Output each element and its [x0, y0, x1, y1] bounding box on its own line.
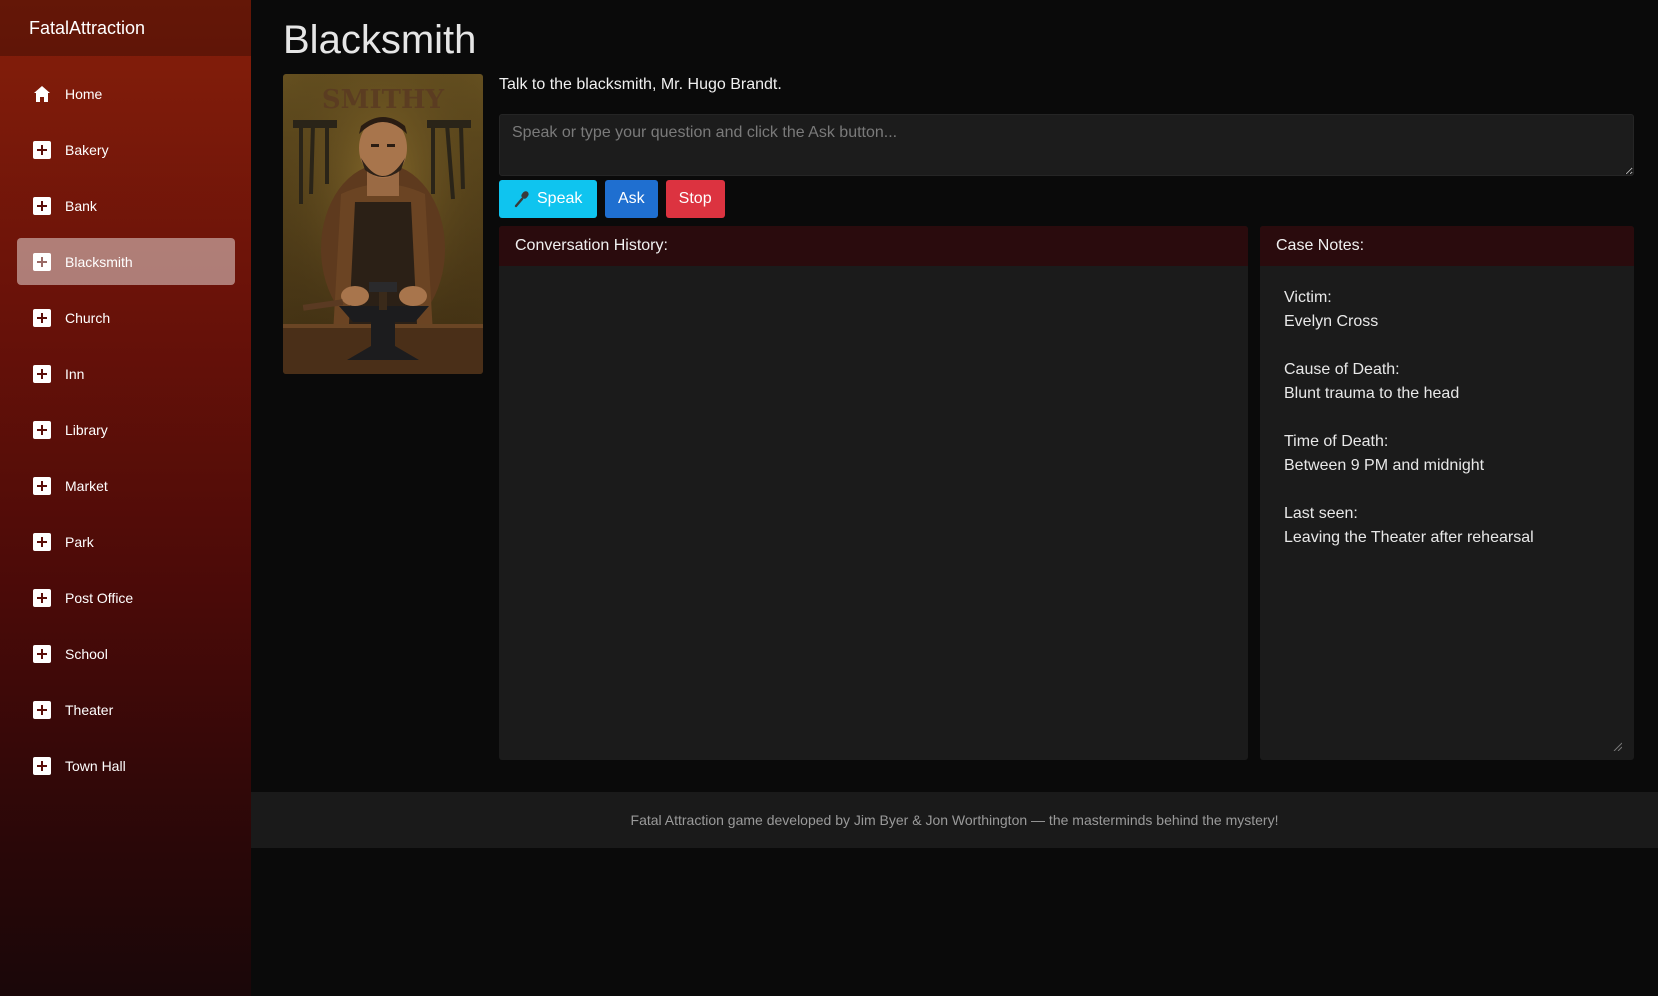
plus-box-icon [33, 196, 51, 215]
intro-text: Talk to the blacksmith, Mr. Hugo Brandt. [499, 76, 782, 93]
note-value: Leaving the Theater after rehearsal [1284, 529, 1534, 546]
sidebar-item-label: Park [65, 533, 94, 550]
sidebar-item-label: Theater [65, 701, 114, 718]
conversation-history-panel[interactable]: Conversation History: [499, 226, 1248, 760]
sidebar-item-label: Post Office [65, 589, 134, 606]
sidebar-item-park[interactable]: Park [17, 518, 235, 565]
plus-box-icon [33, 140, 51, 159]
sidebar-item-inn[interactable]: Inn [17, 350, 235, 397]
sidebar-item-town-hall[interactable]: Town Hall [17, 742, 235, 789]
question-input[interactable] [499, 114, 1634, 176]
plus-box-icon [33, 476, 51, 495]
plus-box-icon [33, 756, 51, 775]
case-notes-body[interactable]: Victim: Evelyn Cross Cause of Death: Blu… [1260, 266, 1634, 550]
home-icon [33, 85, 51, 103]
sidebar-item-library[interactable]: Library [17, 406, 235, 453]
sidebar-item-market[interactable]: Market [17, 462, 235, 509]
action-buttons: Speak Ask Stop [499, 180, 725, 218]
note-label: Time of Death: [1284, 433, 1389, 450]
plus-box-icon [33, 364, 51, 383]
footer: Fatal Attraction game developed by Jim B… [251, 792, 1658, 848]
sidebar-item-label: Library [65, 421, 108, 438]
note-label: Victim: [1284, 289, 1332, 306]
plus-box-icon [33, 700, 51, 719]
app-root: FatalAttraction Home Bakery Bank Blacksm… [0, 0, 1658, 996]
sidebar-item-label: Bank [65, 197, 97, 214]
note-value: Between 9 PM and midnight [1284, 457, 1485, 474]
note-time-of-death: Time of Death: Between 9 PM and midnight [1284, 430, 1610, 478]
ask-button[interactable]: Ask [605, 180, 658, 218]
note-value: Blunt trauma to the head [1284, 385, 1460, 402]
sidebar-item-church[interactable]: Church [17, 294, 235, 341]
brand-title[interactable]: FatalAttraction [0, 0, 251, 56]
sidebar: FatalAttraction Home Bakery Bank Blacksm… [0, 0, 251, 996]
resize-grip-icon[interactable] [1612, 738, 1623, 752]
sidebar-item-label: Blacksmith [65, 253, 133, 270]
case-notes-title: Case Notes: [1260, 226, 1634, 266]
sidebar-item-bakery[interactable]: Bakery [17, 126, 235, 173]
note-label: Last seen: [1284, 505, 1358, 522]
sidebar-item-blacksmith[interactable]: Blacksmith [17, 238, 235, 285]
sidebar-item-label: Home [65, 85, 103, 102]
sidebar-item-label: Inn [65, 365, 85, 382]
sidebar-item-label: Town Hall [65, 757, 126, 774]
microphone-icon [513, 190, 531, 208]
sidebar-item-label: Market [65, 477, 108, 494]
sidebar-item-bank[interactable]: Bank [17, 182, 235, 229]
note-value: Evelyn Cross [1284, 313, 1379, 330]
plus-box-icon [33, 252, 51, 271]
plus-box-icon [33, 420, 51, 439]
plus-box-icon [33, 532, 51, 551]
plus-box-icon [33, 308, 51, 327]
sidebar-item-home[interactable]: Home [17, 70, 235, 117]
speak-button-label: Speak [537, 190, 583, 207]
conversation-history-title: Conversation History: [499, 226, 1248, 266]
plus-box-icon [33, 644, 51, 663]
sidebar-item-label: Bakery [65, 141, 109, 158]
note-cause-of-death: Cause of Death: Blunt trauma to the head [1284, 358, 1610, 406]
portrait-sign-text: SMITHY [322, 85, 445, 115]
case-notes-panel[interactable]: Case Notes: Victim: Evelyn Cross Cause o… [1260, 226, 1634, 760]
note-label: Cause of Death: [1284, 361, 1400, 378]
note-last-seen: Last seen: Leaving the Theater after reh… [1284, 502, 1610, 550]
sidebar-item-school[interactable]: School [17, 630, 235, 677]
sidebar-item-post-office[interactable]: Post Office [17, 574, 235, 621]
page-title: Blacksmith [283, 18, 477, 62]
sidebar-item-theater[interactable]: Theater [17, 686, 235, 733]
sidebar-item-label: Church [65, 309, 111, 326]
sidebar-item-label: School [65, 645, 108, 662]
sidebar-nav: Home Bakery Bank Blacksmith Church Inn L… [0, 56, 251, 789]
main-content: Blacksmith SMITHY Talk to the blacksmith… [251, 0, 1658, 996]
speak-button[interactable]: Speak [499, 180, 597, 218]
blacksmith-portrait: SMITHY [283, 74, 483, 374]
note-victim: Victim: Evelyn Cross [1284, 286, 1610, 334]
stop-button[interactable]: Stop [665, 180, 725, 218]
plus-box-icon [33, 588, 51, 607]
